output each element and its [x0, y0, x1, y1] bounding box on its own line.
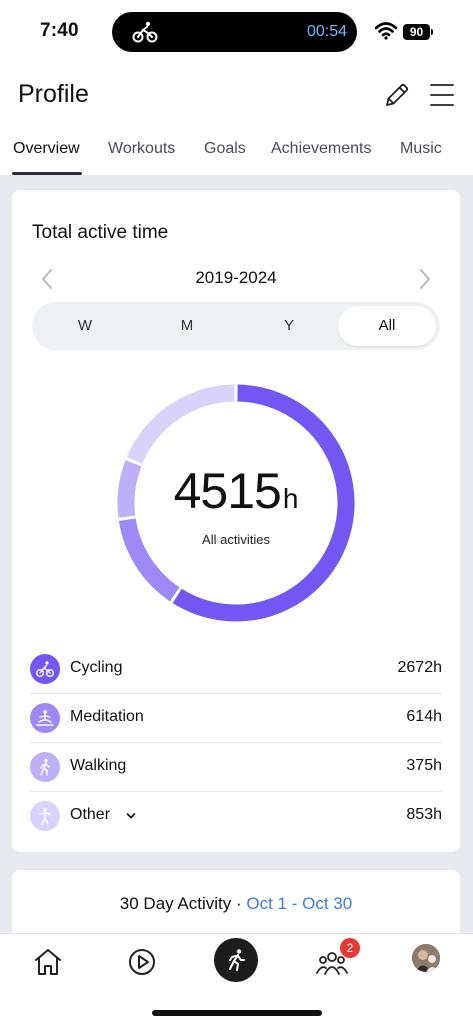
total-subtitle: All activities [202, 532, 270, 547]
legend-label: Walking [70, 757, 127, 774]
cycling-icon [36, 661, 54, 677]
notification-badge: 2 [340, 938, 360, 958]
edit-icon[interactable] [382, 80, 412, 110]
other-badge [30, 801, 60, 831]
cycling-icon [132, 21, 158, 43]
year-navigator: 2019-2024 [12, 264, 460, 294]
island-timer: 00:54 [306, 23, 347, 40]
segment-week[interactable]: W [36, 306, 134, 346]
bottom-nav: 2 [0, 933, 473, 1024]
chevron-down-icon[interactable] [126, 812, 136, 820]
donut-chart: 4515h All activities [113, 380, 359, 626]
tab-underline [12, 172, 82, 175]
activity-card[interactable]: 30 Day Activity · Oct 1 - Oct 30 [12, 870, 460, 933]
wifi-icon [375, 22, 397, 40]
legend-row-walking[interactable]: Walking 375h [30, 743, 442, 792]
status-time: 7:40 [40, 20, 79, 41]
play-icon[interactable] [124, 944, 160, 980]
legend-label: Meditation [70, 708, 144, 725]
tab-goals[interactable]: Goals [204, 140, 246, 158]
menu-icon[interactable] [430, 82, 454, 108]
activity-title: 30 Day Activity [119, 894, 232, 913]
record-button[interactable] [214, 938, 258, 982]
legend-value: 375h [406, 757, 442, 774]
segment-month[interactable]: M [138, 306, 236, 346]
legend-value: 614h [406, 708, 442, 725]
meditation-badge [30, 703, 60, 733]
activity-separator: · [231, 894, 247, 913]
tab-bar: Overview Workouts Goals Achievements Mus… [0, 128, 473, 176]
home-icon[interactable] [30, 944, 66, 980]
segment-all[interactable]: All [338, 306, 436, 346]
dynamic-island[interactable]: 00:54 [112, 12, 357, 52]
tab-overview[interactable]: Overview [13, 140, 80, 158]
avatar[interactable] [412, 944, 440, 972]
walking-badge [30, 752, 60, 782]
segment-year[interactable]: Y [240, 306, 338, 346]
activity-card-title: 30 Day Activity · Oct 1 - Oct 30 [12, 894, 460, 914]
donut-slice-meditation [118, 518, 180, 602]
legend-row-meditation[interactable]: Meditation 614h [30, 694, 442, 743]
legend-row-cycling[interactable]: Cycling 2672h [30, 645, 442, 694]
total-unit: h [282, 483, 299, 514]
legend-label: Other [70, 806, 111, 823]
total-hours: 4515h [113, 462, 359, 520]
year-range: 2019-2024 [195, 268, 277, 287]
walking-icon [40, 758, 50, 776]
donut-slice-other [126, 384, 235, 464]
tab-music[interactable]: Music [400, 140, 442, 158]
legend-value: 853h [406, 806, 442, 823]
activity-legend: Cycling 2672h Meditation 614h Walking 37… [30, 645, 442, 841]
chevron-right-icon[interactable] [418, 268, 432, 290]
total-value: 4515 [173, 463, 282, 519]
card-title: Total active time [32, 222, 169, 243]
content-area[interactable]: Total active time 2019-2024 W M Y All 45… [0, 176, 473, 933]
page-title: Profile [18, 80, 89, 108]
avatar-image [412, 944, 440, 972]
home-indicator [152, 1010, 322, 1016]
header: Profile [0, 64, 473, 124]
total-active-time-card: Total active time 2019-2024 W M Y All 45… [12, 190, 460, 852]
tab-achievements[interactable]: Achievements [271, 140, 372, 158]
legend-label: Cycling [70, 659, 123, 676]
person-icon [39, 807, 51, 825]
activity-range: Oct 1 - Oct 30 [246, 894, 353, 913]
tab-workouts[interactable]: Workouts [108, 140, 175, 158]
period-segmented-control: W M Y All [32, 302, 440, 350]
battery-indicator: 90 [403, 24, 430, 40]
legend-value: 2672h [397, 659, 443, 676]
battery-tip [431, 29, 433, 35]
meditation-icon [36, 710, 54, 726]
cycling-badge [30, 654, 60, 684]
legend-row-other[interactable]: Other 853h [30, 792, 442, 841]
running-icon [229, 949, 245, 971]
status-bar: 7:40 00:54 90 [0, 0, 473, 64]
